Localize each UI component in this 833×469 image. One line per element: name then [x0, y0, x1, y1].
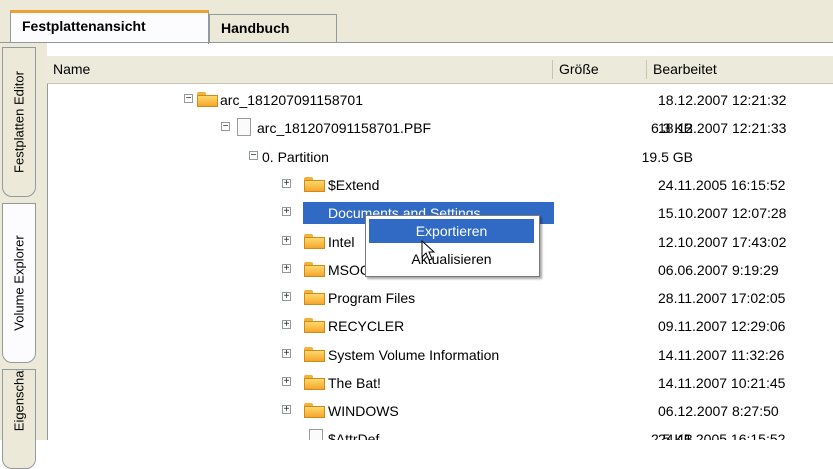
- row-modified: 06.12.2007 8:27:50: [658, 403, 779, 419]
- expand-icon[interactable]: +: [282, 405, 291, 415]
- expand-icon[interactable]: +: [282, 377, 291, 387]
- column-name-label: Name: [53, 61, 91, 77]
- row-modified: 24.11.2005 16:15:52: [658, 431, 786, 440]
- row-modified: 12.10.2007 17:43:02: [658, 234, 787, 250]
- row-name: System Volume Information: [328, 347, 500, 363]
- menu-item-export[interactable]: Exportieren: [369, 219, 534, 243]
- file-icon: [309, 429, 323, 440]
- row-name: arc_181207091158701: [220, 92, 363, 108]
- side-tab-label: Festplatten Editor: [11, 71, 27, 173]
- collapse-icon[interactable]: −: [184, 94, 193, 104]
- tab-label: Handbuch: [221, 20, 290, 36]
- folder-icon: [304, 234, 325, 249]
- table-row[interactable]: + WINDOWS 06.12.2007 8:27:50: [47, 400, 833, 428]
- folder-icon: [304, 403, 325, 418]
- context-menu: Exportieren Aktualisieren: [365, 215, 540, 277]
- folder-icon: [304, 262, 325, 277]
- row-name: Intel: [328, 234, 355, 250]
- row-name: $Extend: [328, 177, 380, 193]
- row-size: 19.5 GB: [641, 149, 693, 165]
- table-row[interactable]: + RECYCLER 09.11.2007 12:29:06: [47, 315, 833, 343]
- table-row[interactable]: − arc_181207091158701 18.12.2007 12:21:3…: [47, 89, 833, 117]
- side-tab-festplatten-editor[interactable]: Festplatten Editor: [2, 47, 36, 197]
- column-size-label: Größe: [559, 61, 599, 77]
- column-header: Name Größe Bearbeitet: [47, 56, 833, 84]
- collapse-icon[interactable]: −: [249, 151, 258, 161]
- side-tab-eigenschaften[interactable]: Eigenschaften: [2, 369, 36, 469]
- expand-icon[interactable]: +: [282, 320, 291, 330]
- folder-icon: [304, 177, 325, 192]
- folder-icon: [197, 92, 218, 107]
- row-name: The Bat!: [328, 375, 381, 391]
- sidebar: Festplatten Editor Volume Explorer Eigen…: [0, 43, 47, 469]
- folder-icon: [304, 318, 325, 333]
- expand-icon[interactable]: +: [282, 264, 291, 274]
- menu-item-refresh[interactable]: Aktualisieren: [369, 247, 534, 271]
- expand-icon[interactable]: +: [282, 179, 291, 189]
- row-modified: 18.12.2007 12:21:33: [658, 120, 787, 136]
- table-row[interactable]: − arc_181207091158701.PBF 6.3 KB 18.12.2…: [47, 117, 833, 145]
- table-row[interactable]: + The Bat! 14.11.2007 10:21:45: [47, 372, 833, 400]
- column-modified[interactable]: Bearbeitet: [647, 56, 833, 83]
- row-modified: 18.12.2007 12:21:32: [658, 92, 787, 108]
- table-row[interactable]: + Program Files 28.11.2007 17:02:05: [47, 287, 833, 315]
- folder-icon: [304, 347, 325, 362]
- side-tab-label: Volume Explorer: [11, 235, 27, 331]
- column-name[interactable]: Name: [47, 56, 552, 83]
- row-modified: 14.11.2007 10:21:45: [658, 375, 786, 391]
- row-modified: 28.11.2007 17:02:05: [658, 290, 786, 306]
- column-modified-label: Bearbeitet: [653, 61, 717, 77]
- expand-icon[interactable]: +: [282, 292, 291, 302]
- tab-festplattenansicht[interactable]: Festplattenansicht: [10, 10, 209, 44]
- row-modified: 15.10.2007 12:07:28: [658, 205, 787, 221]
- folder-icon: [304, 375, 325, 390]
- tab-divider: [0, 42, 833, 43]
- tab-handbuch[interactable]: Handbuch: [209, 14, 337, 42]
- table-row[interactable]: + System Volume Information 14.11.2007 1…: [47, 344, 833, 372]
- expand-icon[interactable]: +: [282, 236, 291, 246]
- mouse-cursor-icon: [421, 240, 436, 261]
- row-name: 0. Partition: [262, 149, 329, 165]
- table-row[interactable]: $AttrDef 2.5 KB 24.11.2005 16:15:52: [47, 428, 833, 440]
- side-tab-label: Eigenschaften: [11, 369, 27, 431]
- expand-icon[interactable]: +: [282, 207, 291, 217]
- row-modified: 24.11.2005 16:15:52: [658, 177, 786, 193]
- row-modified: 14.11.2007 11:32:26: [658, 347, 785, 363]
- row-name: RECYCLER: [328, 318, 405, 334]
- tab-label: Festplattenansicht: [22, 18, 146, 34]
- row-name: Program Files: [328, 290, 416, 306]
- table-row[interactable]: − 0. Partition 19.5 GB: [47, 146, 833, 174]
- row-modified: 06.06.2007 9:19:29: [658, 262, 779, 278]
- row-name: $AttrDef: [328, 431, 380, 440]
- row-modified: 09.11.2007 12:29:06: [658, 318, 786, 334]
- table-row[interactable]: + $Extend 24.11.2005 16:15:52: [47, 174, 833, 202]
- expand-icon[interactable]: +: [282, 349, 291, 359]
- side-tab-volume-explorer[interactable]: Volume Explorer: [2, 203, 36, 363]
- collapse-icon[interactable]: −: [221, 122, 230, 132]
- folder-icon: [304, 290, 325, 305]
- row-name: arc_181207091158701.PBF: [257, 120, 432, 136]
- row-name: WINDOWS: [328, 403, 399, 419]
- file-icon: [237, 118, 251, 136]
- column-size[interactable]: Größe: [553, 56, 646, 83]
